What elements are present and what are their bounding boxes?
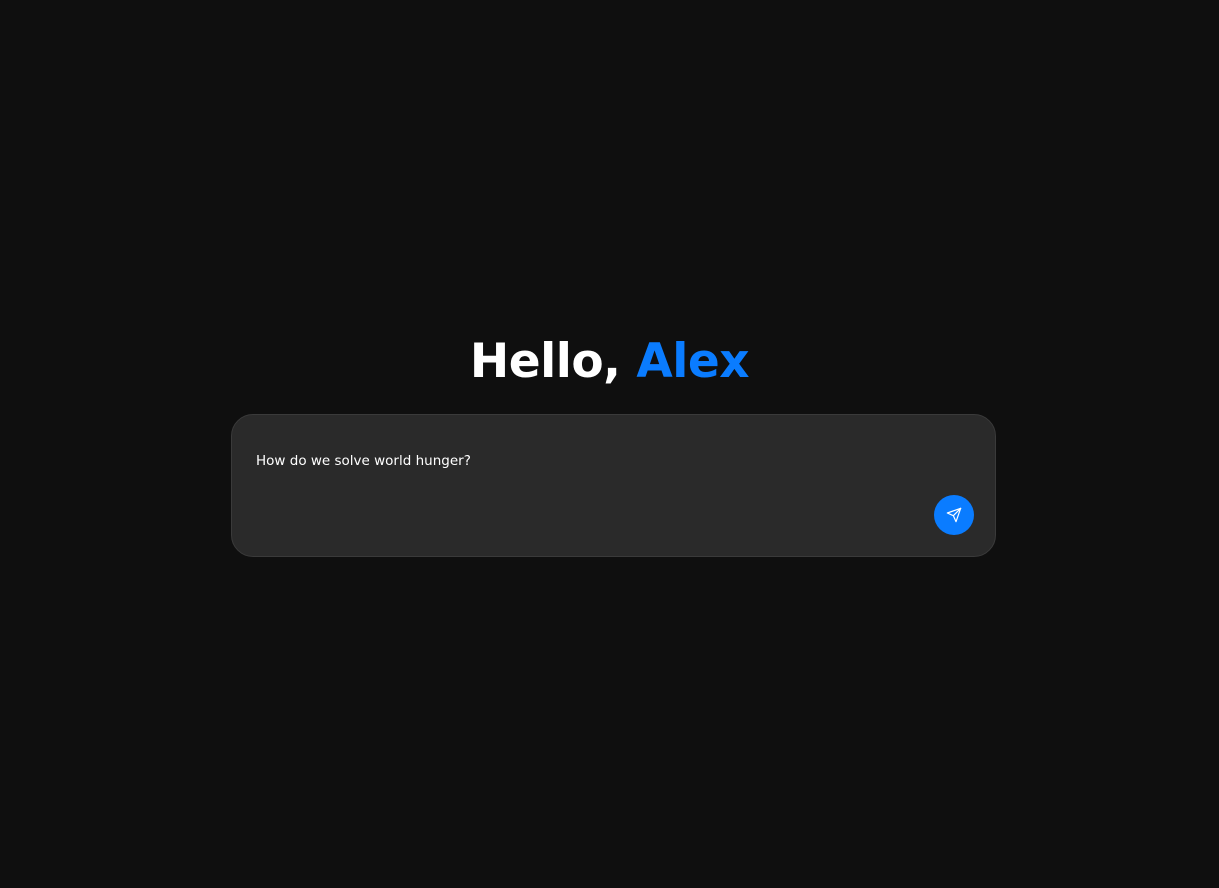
greeting-name: Alex bbox=[636, 334, 750, 389]
prompt-input[interactable]: How do we solve world hunger? bbox=[256, 452, 471, 470]
app-root: Hello, Alex How do we solve world hunger… bbox=[0, 0, 1219, 888]
send-button[interactable] bbox=[934, 495, 974, 535]
greeting-heading: Hello, Alex bbox=[0, 332, 1219, 392]
greeting-prefix: Hello, bbox=[469, 334, 637, 389]
prompt-composer[interactable]: How do we solve world hunger? bbox=[231, 414, 996, 557]
send-icon bbox=[946, 507, 962, 523]
